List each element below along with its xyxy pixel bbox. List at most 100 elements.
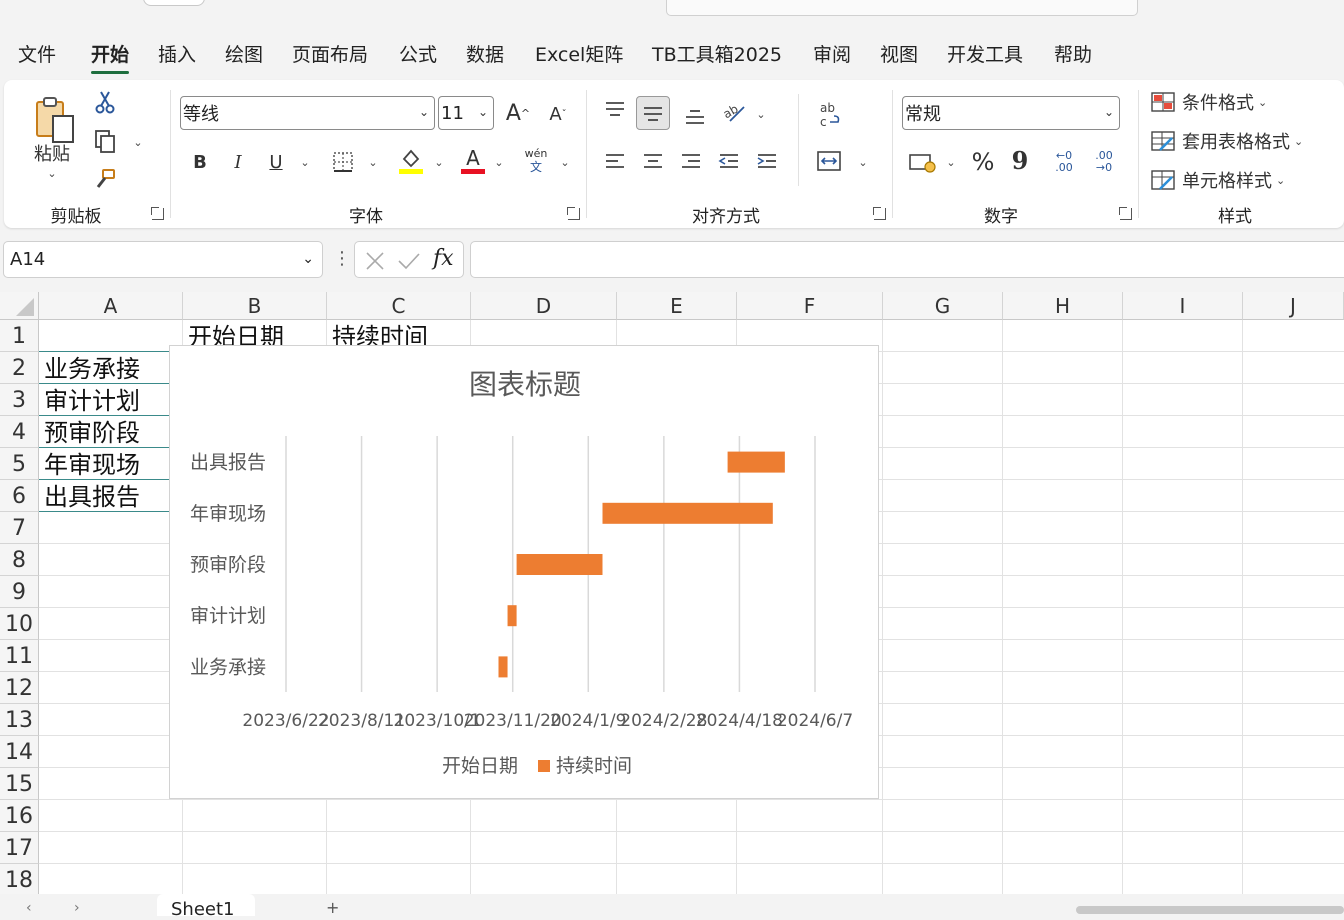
column-header-i[interactable]: I — [1123, 292, 1243, 320]
column-header-d[interactable]: D — [471, 292, 617, 320]
column-header-h[interactable]: H — [1003, 292, 1123, 320]
sheet-tab-sheet1[interactable]: Sheet1 — [157, 894, 255, 920]
row-header-2[interactable]: 2 — [0, 352, 39, 384]
align-middle-icon[interactable] — [636, 96, 670, 130]
tab-help[interactable]: 帮助 — [1054, 40, 1092, 67]
copy-dropdown-icon[interactable]: ⌄ — [130, 134, 146, 150]
chart-bar-duration[interactable] — [516, 554, 603, 575]
tab-page-layout[interactable]: 页面布局 — [292, 40, 368, 67]
enter-icon[interactable] — [397, 251, 421, 271]
borders-icon[interactable] — [330, 148, 356, 176]
merge-dropdown-icon[interactable]: ⌄ — [856, 154, 870, 170]
comma-button[interactable]: 9 — [1008, 144, 1032, 176]
clipboard-launcher-icon[interactable] — [151, 207, 164, 220]
more-options-icon[interactable]: ⋮ — [333, 248, 351, 269]
row-header-17[interactable]: 17 — [0, 832, 39, 864]
tab-excel-matrix[interactable]: Excel矩阵 — [535, 40, 623, 67]
accounting-dropdown-icon[interactable]: ⌄ — [944, 154, 958, 170]
underline-button[interactable]: U — [264, 148, 288, 176]
chart-bar-duration[interactable] — [498, 656, 508, 678]
tab-tb-toolbox[interactable]: TB工具箱2025 — [652, 40, 782, 67]
tab-insert[interactable]: 插入 — [158, 40, 196, 67]
column-header-j[interactable]: J — [1243, 292, 1344, 320]
cut-icon[interactable] — [92, 88, 118, 116]
row-header-5[interactable]: 5 — [0, 448, 39, 480]
row-header-7[interactable]: 7 — [0, 512, 39, 544]
decrease-indent-icon[interactable] — [716, 148, 742, 176]
row-header-18[interactable]: 18 — [0, 864, 39, 895]
format-painter-icon[interactable] — [90, 164, 120, 194]
search-box[interactable] — [666, 0, 1138, 16]
select-all-button[interactable] — [0, 292, 39, 320]
tab-view[interactable]: 视图 — [880, 40, 918, 67]
tab-developer[interactable]: 开发工具 — [947, 40, 1023, 67]
formula-input[interactable] — [470, 241, 1344, 278]
autosave-toggle[interactable] — [143, 0, 205, 6]
font-color-dropdown-icon[interactable]: ⌄ — [492, 154, 506, 170]
name-box[interactable]: A14 ⌄ — [3, 241, 323, 278]
cell-styles-button[interactable]: 单元格样式 ⌄ — [1150, 166, 1330, 194]
phonetic-button[interactable]: wén 文 — [520, 146, 552, 176]
align-center-icon[interactable] — [640, 148, 666, 176]
row-header-8[interactable]: 8 — [0, 544, 39, 576]
row-header-12[interactable]: 12 — [0, 672, 39, 704]
alignment-launcher-icon[interactable] — [873, 207, 886, 220]
cell-a5[interactable]: 年审现场 — [44, 450, 140, 480]
tab-formulas[interactable]: 公式 — [399, 40, 437, 67]
number-launcher-icon[interactable] — [1119, 207, 1132, 220]
bold-button[interactable]: B — [188, 148, 212, 176]
row-header-6[interactable]: 6 — [0, 480, 39, 512]
row-header-16[interactable]: 16 — [0, 800, 39, 832]
column-header-a[interactable]: A — [39, 292, 183, 320]
cell-a6[interactable]: 出具报告 — [44, 482, 140, 512]
conditional-format-button[interactable]: 条件格式 ⌄ — [1150, 88, 1330, 116]
chart-bar-duration[interactable] — [602, 502, 773, 524]
borders-dropdown-icon[interactable]: ⌄ — [366, 154, 380, 170]
column-header-f[interactable]: F — [737, 292, 883, 320]
row-header-3[interactable]: 3 — [0, 384, 39, 416]
cancel-icon[interactable] — [365, 251, 385, 271]
percent-button[interactable]: % — [968, 146, 998, 178]
align-bottom-icon[interactable] — [682, 102, 708, 130]
cell-a4[interactable]: 预审阶段 — [44, 418, 140, 448]
tab-data[interactable]: 数据 — [466, 40, 504, 67]
wrap-text-icon[interactable]: ab c — [814, 98, 844, 130]
cell-a2[interactable]: 业务承接 — [44, 354, 140, 384]
copy-icon[interactable] — [90, 126, 120, 156]
tab-draw[interactable]: 绘图 — [225, 40, 263, 67]
paste-dropdown-icon[interactable]: ⌄ — [44, 166, 60, 180]
align-right-icon[interactable] — [678, 148, 704, 176]
gantt-chart[interactable]: 图表标题 业务承接 审计计划 预审阶段 年审现场 出具报告 2023/6/22 2023/… — [169, 345, 879, 799]
number-format-combo[interactable]: 常规 ⌄ — [902, 96, 1120, 130]
row-header-9[interactable]: 9 — [0, 576, 39, 608]
row-header-11[interactable]: 11 — [0, 640, 39, 672]
orientation-dropdown-icon[interactable]: ⌄ — [754, 106, 768, 122]
align-top-icon[interactable] — [602, 96, 628, 124]
add-sheet-icon[interactable]: + — [326, 898, 339, 917]
chart-legend[interactable]: 开始日期 持续时间 — [442, 755, 632, 777]
fill-color-icon[interactable] — [396, 146, 426, 176]
accounting-format-icon[interactable] — [906, 148, 938, 176]
format-as-table-button[interactable]: 套用表格格式 ⌄ — [1150, 127, 1330, 155]
increase-decimal-button[interactable]: ←0 .00 — [1046, 146, 1082, 178]
column-header-b[interactable]: B — [183, 292, 327, 320]
grow-font-button[interactable]: A ^ — [504, 98, 532, 128]
fill-color-dropdown-icon[interactable]: ⌄ — [432, 154, 446, 170]
font-launcher-icon[interactable] — [567, 207, 580, 220]
phonetic-dropdown-icon[interactable]: ⌄ — [558, 154, 572, 170]
insert-function-icon[interactable]: fx — [433, 246, 454, 271]
row-header-1[interactable]: 1 — [0, 320, 39, 352]
row-header-4[interactable]: 4 — [0, 416, 39, 448]
horizontal-scrollbar[interactable] — [1076, 906, 1344, 914]
tab-home[interactable]: 开始 — [91, 40, 130, 74]
row-header-15[interactable]: 15 — [0, 768, 39, 800]
column-header-c[interactable]: C — [327, 292, 471, 320]
chart-bar-duration[interactable] — [507, 605, 517, 627]
paste-label[interactable]: 粘贴 — [30, 142, 74, 165]
column-header-g[interactable]: G — [883, 292, 1003, 320]
merge-center-icon[interactable] — [814, 146, 844, 176]
decrease-decimal-button[interactable]: .00 →0 — [1086, 146, 1122, 178]
increase-indent-icon[interactable] — [754, 148, 780, 176]
underline-dropdown-icon[interactable]: ⌄ — [298, 154, 312, 170]
chart-title[interactable]: 图表标题 — [469, 368, 581, 401]
